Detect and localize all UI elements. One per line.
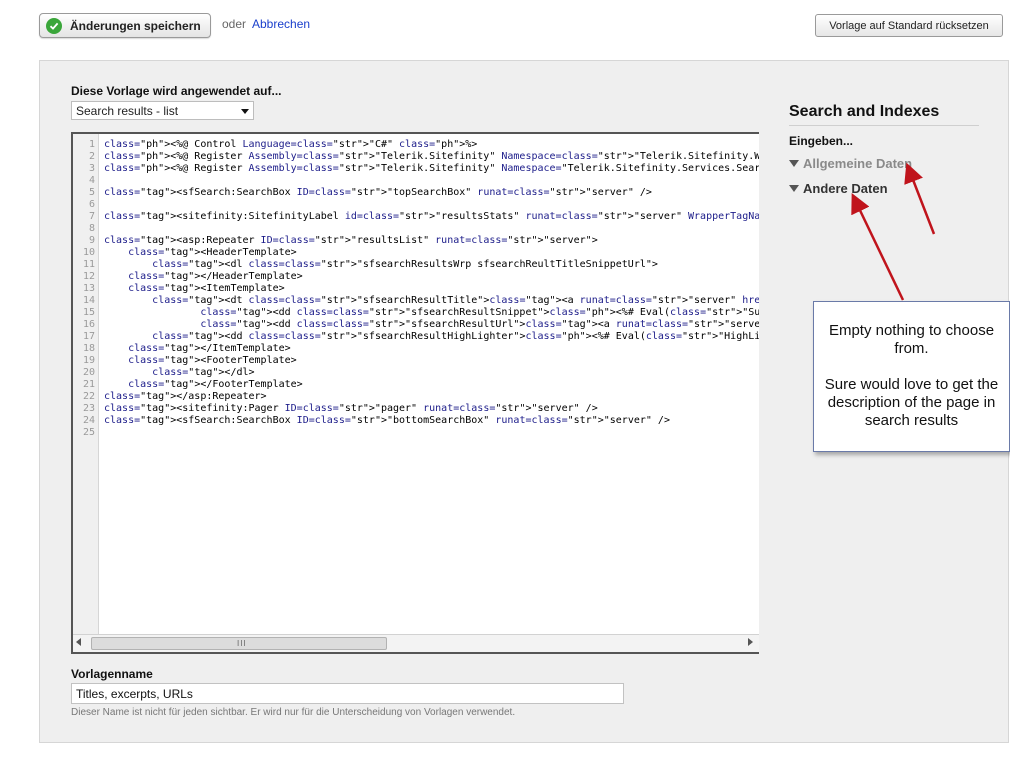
applies-to-value: Search results - list (76, 103, 179, 118)
code-line: class="tag"><asp:Repeater ID=class="str"… (104, 235, 598, 246)
code-line: class="tag"></asp:Repeater> (104, 391, 267, 402)
applies-to-label: Diese Vorlage wird angewendet auf... (71, 84, 282, 98)
or-text: oder (222, 17, 247, 31)
scrollbar-thumb[interactable]: III (91, 637, 387, 650)
code-line: class="tag"></dl> (152, 367, 255, 378)
code-content[interactable]: class="ph"><%@ Control Language=class="s… (104, 139, 759, 439)
template-name-label: Vorlagenname (71, 667, 153, 681)
code-line: class="tag"></HeaderTemplate> (128, 271, 303, 282)
code-line: class="tag"><dd class=class="str">"sfsea… (200, 319, 759, 330)
line-number: 14 (82, 295, 95, 306)
scroll-right-icon[interactable] (748, 638, 753, 646)
sidebar-enter-label: Eingeben... (789, 134, 854, 148)
scroll-left-icon[interactable] (76, 638, 81, 646)
line-number: 15 (82, 307, 95, 318)
code-line: class="tag"><sfSearch:SearchBox ID=class… (104, 187, 652, 198)
line-number: 10 (82, 247, 95, 258)
line-number: 4 (88, 175, 95, 186)
code-line: class="tag"><HeaderTemplate> (128, 247, 297, 258)
code-line: class="tag"><dl class=class="str">"sfsea… (152, 259, 658, 270)
reset-template-button[interactable]: Vorlage auf Standard rücksetzen (815, 14, 1003, 37)
template-name-input[interactable] (71, 683, 624, 704)
line-number: 21 (82, 379, 95, 390)
code-editor[interactable]: 1 2 3 4 5 6 7 8 9 10 11 12 13 14 15 16 17 18 19 20 21 22 23 24 2… (71, 132, 759, 654)
general-data-label: Allgemeine Daten (803, 156, 913, 171)
code-line: class="ph"><%@ Register Assembly=class="… (104, 163, 759, 174)
code-line: class="tag"></FooterTemplate> (128, 379, 303, 390)
top-toolbar: Änderungen speichern oder Abbrechen Vorl… (0, 0, 1010, 50)
line-number: 18 (82, 343, 95, 354)
code-line: class="tag"><FooterTemplate> (128, 355, 297, 366)
annotation-note: Empty nothing to choose from. Sure would… (813, 301, 1010, 452)
line-number: 2 (88, 151, 95, 162)
code-line: class="tag"><dt class=class="str">"sfsea… (152, 295, 759, 306)
save-changes-button[interactable]: Änderungen speichern (39, 13, 211, 38)
line-number: 5 (88, 187, 95, 198)
code-line: class="ph"><%@ Register Assembly=class="… (104, 151, 759, 162)
line-number: 23 (82, 403, 95, 414)
annotation-text-1: Empty nothing to choose from. (828, 322, 995, 357)
triangle-down-icon (789, 185, 799, 192)
code-line: class="tag"><sfSearch:SearchBox ID=class… (104, 415, 670, 426)
line-number: 6 (88, 199, 95, 210)
chevron-down-icon (241, 109, 249, 114)
code-line: class="tag"><ItemTemplate> (128, 283, 285, 294)
horizontal-scrollbar[interactable]: III (73, 634, 759, 652)
line-number: 17 (82, 331, 95, 342)
code-line: class="tag"></ItemTemplate> (128, 343, 291, 354)
line-number-gutter: 1 2 3 4 5 6 7 8 9 10 11 12 13 14 15 16 17 18 19 20 21 22 23 24 2… (73, 134, 99, 637)
sidebar-title: Search and Indexes (789, 103, 940, 120)
annotation-text-2: Sure would love to get the description o… (824, 376, 999, 429)
line-number: 7 (88, 211, 95, 222)
general-data-toggle[interactable]: Allgemeine Daten (789, 156, 912, 171)
cancel-link[interactable]: Abbrechen (252, 17, 310, 31)
line-number: 13 (82, 283, 95, 294)
line-number: 3 (88, 163, 95, 174)
line-number: 22 (82, 391, 95, 402)
triangle-down-icon (789, 160, 799, 167)
line-number: 19 (82, 355, 95, 366)
line-number: 25 (82, 427, 95, 438)
scrollbar-grip: III (237, 639, 247, 648)
line-number: 12 (82, 271, 95, 282)
other-data-toggle[interactable]: Andere Daten (789, 181, 888, 196)
other-data-label: Andere Daten (803, 181, 888, 196)
line-number: 1 (88, 139, 95, 150)
check-circle-icon (46, 17, 62, 34)
line-number: 20 (82, 367, 95, 378)
template-name-hint: Dieser Name ist nicht für jeden sichtbar… (71, 707, 516, 718)
save-changes-label: Änderungen speichern (70, 18, 201, 33)
line-numbers: 1 2 3 4 5 6 7 8 9 10 11 12 13 14 15 16 17 18 19 20 21 22 23 24 2… (73, 139, 95, 439)
code-line: class="ph"><%@ Control Language=class="s… (104, 139, 478, 150)
line-number: 8 (88, 223, 95, 234)
line-number: 9 (88, 235, 95, 246)
applies-to-select[interactable]: Search results - list (71, 101, 254, 120)
code-line: class="tag"><sitefinity:Pager ID=class="… (104, 403, 598, 414)
code-line: class="tag"><sitefinity:SitefinityLabel … (104, 211, 759, 222)
line-number: 11 (82, 259, 95, 270)
line-number: 24 (82, 415, 95, 426)
code-line: class="tag"><dd class=class="str">"sfsea… (200, 307, 759, 318)
sidebar-divider (789, 125, 979, 126)
line-number: 16 (82, 319, 95, 330)
code-line: class="tag"><dd class=class="str">"sfsea… (152, 331, 759, 342)
